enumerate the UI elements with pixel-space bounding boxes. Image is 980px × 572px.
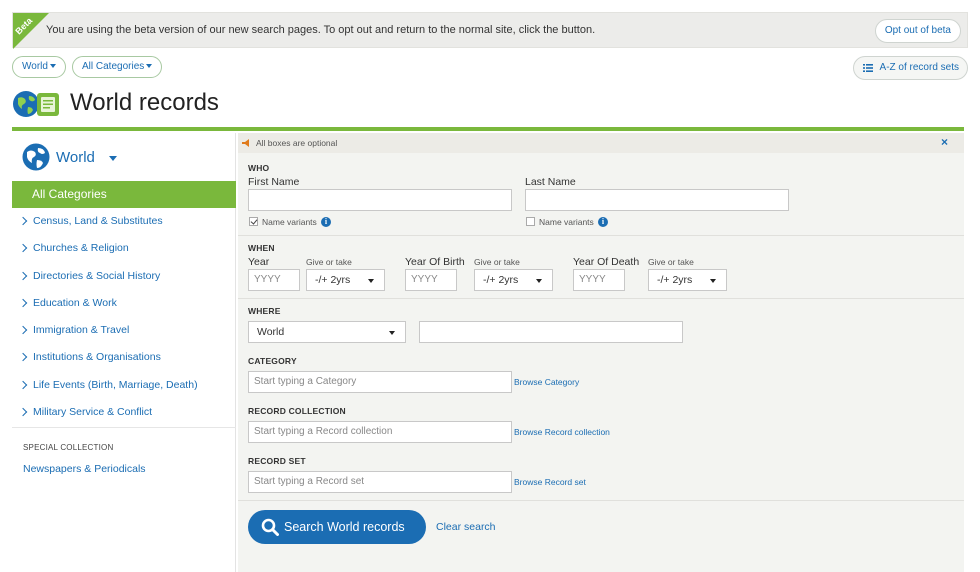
special-collection-heading: SPECIAL COLLECTION (23, 443, 114, 452)
sidebar-item[interactable]: Immigration & Travel (12, 317, 236, 344)
row-divider (238, 500, 964, 501)
category-dropdown[interactable]: All Categories (72, 56, 163, 78)
caret-down-icon (368, 279, 374, 283)
page-title: World records (70, 89, 219, 116)
first-name-input[interactable] (248, 189, 512, 211)
browse-record-collection-link[interactable]: Browse Record collection (514, 427, 610, 437)
sidebar-divider (12, 427, 236, 428)
birth-range-value: -/+ 2yrs (483, 274, 519, 286)
year-label: Year (248, 256, 270, 268)
year-range-select[interactable]: -/+ 2yrs (306, 269, 385, 291)
caret-down-icon (49, 64, 56, 69)
where-region-value: World (257, 326, 285, 338)
birth-give-or-take-label: Give or take (474, 257, 520, 267)
first-name-variants-checkbox[interactable] (249, 217, 258, 226)
caret-down-icon (710, 279, 716, 283)
chevron-right-icon (18, 407, 28, 417)
list-icon (862, 64, 873, 72)
clear-search-link[interactable]: Clear search (436, 521, 496, 533)
sidebar-item[interactable]: Education & Work (12, 290, 236, 317)
record-collection-input[interactable]: Start typing a Record collection (248, 421, 512, 443)
who-heading: WHO (248, 163, 270, 173)
chevron-right-icon (18, 298, 28, 308)
year-of-death-input[interactable]: YYYY (573, 269, 625, 291)
search-icon (261, 518, 279, 536)
last-name-variants-label: Name variants (539, 217, 594, 227)
chevron-right-icon (18, 380, 28, 390)
last-name-variants-checkbox[interactable] (526, 217, 535, 226)
year-of-birth-label: Year Of Birth (405, 256, 465, 268)
last-name-label: Last Name (525, 176, 576, 188)
sidebar-item-all-categories[interactable]: All Categories (12, 181, 236, 208)
category-list: Census, Land & Substitutes Churches & Re… (12, 208, 236, 426)
search-form: All boxes are optional × WHO First Name … (238, 133, 964, 572)
record-collection-heading: RECORD COLLECTION (248, 406, 346, 416)
where-place-input[interactable] (419, 321, 683, 343)
chevron-right-icon (18, 216, 28, 226)
where-heading: WHERE (248, 306, 281, 316)
last-name-input[interactable] (525, 189, 789, 211)
category-sidebar: World All Categories Census, Land & Subs… (12, 133, 236, 572)
region-dropdown[interactable]: World (12, 56, 66, 78)
sidebar-item[interactable]: Census, Land & Substitutes (12, 208, 236, 235)
birth-range-select[interactable]: -/+ 2yrs (474, 269, 553, 291)
death-range-select[interactable]: -/+ 2yrs (648, 269, 727, 291)
beta-banner: Beta You are using the beta version of o… (12, 12, 968, 49)
sidebar-item[interactable]: Directories & Social History (12, 263, 236, 290)
death-give-or-take-label: Give or take (648, 257, 694, 267)
first-name-label: First Name (248, 176, 300, 188)
search-button[interactable]: Search World records (248, 510, 426, 544)
caret-down-icon (389, 331, 395, 335)
category-dropdown-label: All Categories (82, 61, 145, 72)
where-region-select[interactable]: World (248, 321, 406, 343)
caret-down-icon (109, 156, 117, 161)
year-of-death-label: Year Of Death (573, 256, 640, 268)
caret-down-icon (146, 64, 153, 69)
record-set-heading: RECORD SET (248, 456, 306, 466)
sidebar-region-label: World (56, 149, 95, 166)
chevron-right-icon (18, 271, 28, 280)
optional-notice: All boxes are optional × (238, 133, 964, 153)
year-of-birth-input[interactable]: YYYY (405, 269, 457, 291)
megaphone-icon (242, 139, 249, 147)
year-input[interactable]: YYYY (248, 269, 300, 291)
close-icon[interactable]: × (941, 135, 948, 149)
chevron-right-icon (18, 244, 28, 253)
browse-category-link[interactable]: Browse Category (514, 377, 579, 387)
category-input[interactable]: Start typing a Category (248, 371, 512, 393)
az-record-sets-button[interactable]: A-Z of record sets (852, 56, 968, 80)
death-range-value: -/+ 2yrs (657, 274, 693, 286)
az-record-sets-label: A-Z of record sets (879, 62, 959, 73)
sidebar-item[interactable]: Churches & Religion (12, 235, 236, 262)
sidebar-item[interactable]: Military Service & Conflict (12, 399, 236, 426)
sidebar-item-newspapers[interactable]: Newspapers & Periodicals (23, 463, 146, 475)
world-records-logo-icon (13, 91, 59, 117)
category-heading: CATEGORY (248, 356, 297, 366)
caret-down-icon (536, 279, 542, 283)
info-icon[interactable]: i (598, 217, 608, 227)
year-range-value: -/+ 2yrs (315, 274, 351, 286)
chevron-right-icon (18, 353, 28, 362)
browse-record-set-link[interactable]: Browse Record set (514, 477, 586, 487)
globe-icon (22, 143, 50, 171)
info-icon[interactable]: i (321, 217, 331, 227)
sidebar-item[interactable]: Life Events (Birth, Marriage, Death) (12, 372, 236, 399)
region-dropdown-label: World (22, 61, 48, 72)
sidebar-item[interactable]: Institutions & Organisations (12, 344, 236, 371)
first-name-variants-label: Name variants (262, 217, 317, 227)
when-heading: WHEN (248, 243, 275, 253)
row-divider (238, 298, 964, 299)
optional-notice-text: All boxes are optional (256, 138, 338, 148)
search-button-label: Search World records (284, 520, 405, 534)
row-divider (238, 235, 964, 236)
opt-out-button[interactable]: Opt out of beta (874, 19, 961, 43)
record-set-input[interactable]: Start typing a Record set (248, 471, 512, 493)
chevron-right-icon (18, 325, 28, 335)
year-give-or-take-label: Give or take (306, 257, 352, 267)
header-divider (12, 127, 964, 131)
beta-message: You are using the beta version of our ne… (46, 24, 596, 36)
